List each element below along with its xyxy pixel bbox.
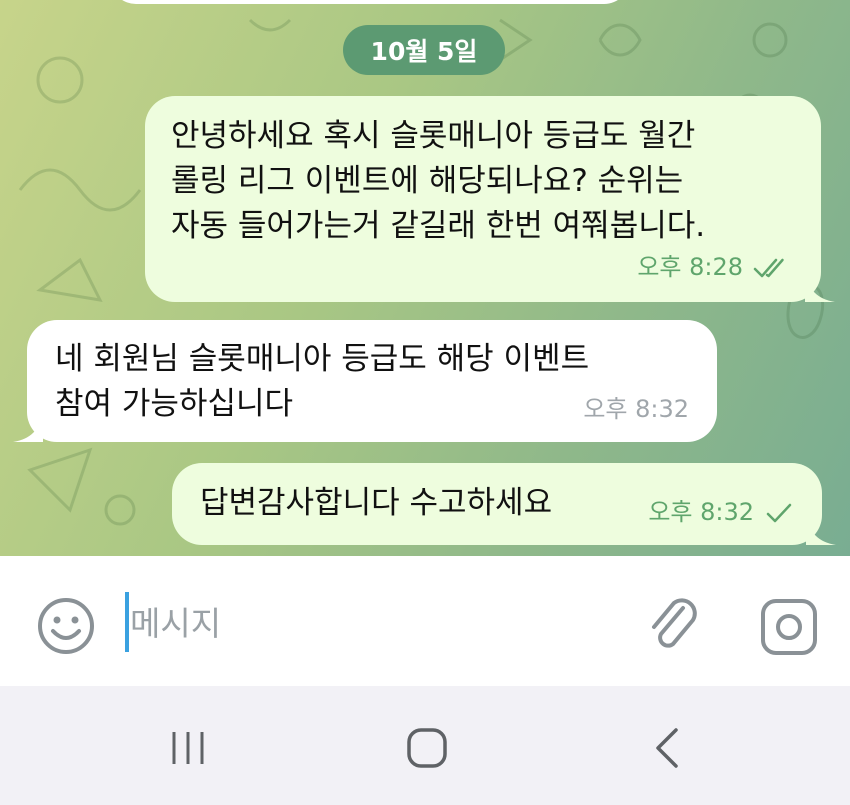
double-check-icon <box>753 258 784 277</box>
bubble-tail <box>805 272 835 302</box>
date-separator: 10월 5일 <box>343 25 505 75</box>
message-meta: 오후 8:32 <box>648 490 794 535</box>
back-icon[interactable] <box>652 726 682 770</box>
system-navigation-bar <box>0 686 850 805</box>
message-composer <box>0 556 850 686</box>
bubble-tail <box>13 412 43 442</box>
single-check-icon <box>766 503 792 522</box>
message-time: 오후 8:32 <box>648 498 754 526</box>
bubble-tail <box>806 515 836 545</box>
chat-area[interactable]: 10월 5일 안녕하세요 혹시 슬롯매니아 등급도 월간 롤링 리그 이벤트에 … <box>0 0 850 556</box>
message-input[interactable] <box>128 594 612 652</box>
home-icon[interactable] <box>405 726 449 770</box>
message-bubble-outgoing[interactable]: 답변감사합니다 수고하세요 오후 8:32 <box>172 463 836 545</box>
message-time: 오후 8:28 <box>637 253 743 281</box>
smiley-icon[interactable] <box>36 596 96 656</box>
previous-message-bubble <box>110 0 630 4</box>
message-bubble-incoming[interactable]: 네 회원님 슬롯매니아 등급도 해당 이벤트 참여 가능하십니다 오후 8:32 <box>13 320 717 442</box>
message-text: 안녕하세요 혹시 슬롯매니아 등급도 월간 롤링 리그 이벤트에 해당되나요? … <box>171 118 706 244</box>
message-bubble-outgoing[interactable]: 안녕하세요 혹시 슬롯매니아 등급도 월간 롤링 리그 이벤트에 해당되나요? … <box>145 96 835 302</box>
recents-icon[interactable] <box>168 728 212 768</box>
message-meta: 오후 8:28 <box>637 245 793 290</box>
camera-icon[interactable] <box>758 596 820 658</box>
message-time: 오후 8:32 <box>583 395 689 423</box>
message-meta: 오후 8:32 <box>583 387 689 432</box>
paperclip-icon[interactable] <box>645 594 701 656</box>
